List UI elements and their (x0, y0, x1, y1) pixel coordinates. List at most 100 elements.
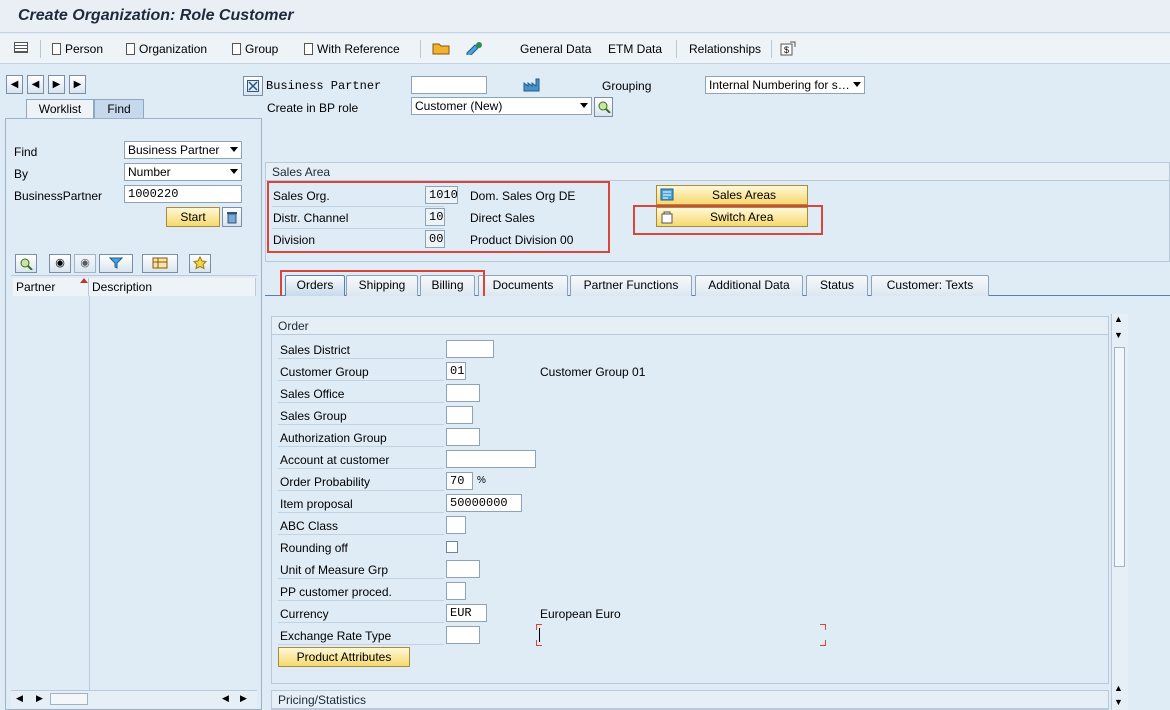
rounding-off-label: Rounding off (280, 541, 348, 555)
document-icon (52, 43, 61, 55)
first-page-button[interactable]: ◀ (6, 75, 23, 94)
currency-description: European Euro (540, 607, 621, 621)
favorite-add-icon[interactable] (189, 254, 211, 273)
page-title: Create Organization: Role Customer (18, 7, 294, 24)
open-folder-icon[interactable] (432, 41, 450, 59)
by-select[interactable]: Number (124, 163, 242, 181)
column-header-description[interactable]: Description (89, 278, 256, 296)
scroll-right-icon[interactable]: ▶ (240, 693, 247, 704)
application-toolbar: Person Organization Group With Reference… (0, 34, 1170, 64)
document-icon (232, 43, 241, 55)
column-header-partner[interactable]: Partner (13, 278, 89, 296)
tab-customer-texts[interactable]: Customer: Texts (871, 275, 989, 296)
sales-areas-button[interactable]: Sales Areas (656, 185, 808, 205)
customer-group-input[interactable]: 01 (446, 362, 466, 380)
highlight-switch-area (633, 205, 823, 235)
header-bp-label: Business Partner (266, 79, 382, 93)
result-toolbar (11, 250, 257, 276)
tab-find[interactable]: Find (94, 99, 144, 119)
next-page-button[interactable]: ▶ (48, 75, 65, 94)
scroll-down-small-icon[interactable]: ▼ (1114, 330, 1123, 340)
scroll-thumb[interactable] (50, 693, 88, 705)
factory-icon[interactable] (523, 77, 541, 95)
create-in-role-label: Create in BP role (267, 101, 359, 115)
title-bar: Create Organization: Role Customer (0, 0, 1170, 33)
filter-icon[interactable] (99, 254, 133, 273)
general-data-button[interactable]: General Data (520, 41, 591, 59)
search-icon[interactable] (15, 254, 37, 273)
exchange-rate-description-field (536, 624, 826, 646)
business-partner-label: BusinessPartner (14, 189, 103, 203)
relationships-button[interactable]: Relationships (689, 41, 761, 59)
organization-button[interactable]: Organization (126, 41, 207, 59)
group-button[interactable]: Group (232, 41, 278, 59)
sales-office-input[interactable] (446, 384, 480, 402)
document-icon (126, 43, 135, 55)
chevron-down-icon (580, 103, 588, 108)
scroll-up-small-icon[interactable]: ▲ (1114, 683, 1123, 693)
trash-icon[interactable] (222, 207, 242, 227)
by-label: By (14, 167, 29, 181)
horizontal-scrollbar[interactable] (11, 690, 257, 708)
customer-group-description: Customer Group 01 (540, 365, 646, 379)
business-partner-close-icon[interactable] (243, 76, 263, 96)
column-divider (89, 296, 90, 690)
etm-data-button[interactable]: ETM Data (608, 41, 662, 59)
highlight-sales-area (267, 181, 610, 253)
with-reference-button[interactable]: With Reference (304, 41, 400, 59)
chevron-down-icon (230, 147, 238, 152)
order-title: Order (272, 317, 1108, 335)
grouping-select[interactable]: Internal Numbering for s… (705, 76, 865, 94)
unit-of-measure-grp-input[interactable] (446, 560, 480, 578)
sales-area-title: Sales Area (266, 163, 1169, 181)
chevron-down-icon (230, 169, 238, 174)
scroll-right-icon[interactable]: ▶ (36, 693, 43, 704)
sales-group-input[interactable] (446, 406, 473, 424)
last-page-button[interactable]: ▶ (69, 75, 86, 94)
binoculars-next-icon[interactable]: ◉ (74, 254, 96, 273)
item-proposal-input[interactable]: 50000000 (446, 494, 522, 512)
display-change-icon[interactable] (465, 41, 483, 59)
sales-areas-icon (660, 188, 674, 201)
sort-icon (80, 278, 88, 283)
account-at-customer-input[interactable] (446, 450, 536, 468)
currency-input[interactable]: EUR (446, 604, 487, 622)
role-search-icon[interactable] (594, 97, 613, 117)
person-button[interactable]: Person (52, 41, 103, 59)
header-bp-input[interactable] (411, 76, 487, 94)
authorization-group-input[interactable] (446, 428, 480, 446)
find-select[interactable]: Business Partner (124, 141, 242, 159)
find-label: Find (14, 145, 38, 159)
tab-status[interactable]: Status (806, 275, 868, 296)
scroll-left-icon[interactable]: ◀ (222, 693, 229, 704)
layout-icon[interactable] (142, 254, 178, 273)
scroll-down-icon[interactable]: ▼ (1114, 697, 1123, 707)
pricing-statistics-section: Pricing/Statistics (271, 690, 1109, 710)
grouping-label: Grouping (602, 79, 652, 93)
order-probability-input[interactable]: 70 (446, 472, 473, 490)
exchange-rate-type-input[interactable] (446, 626, 480, 644)
pp-customer-proced-input[interactable] (446, 582, 466, 600)
svg-text:$: $ (784, 45, 789, 55)
customizing-icon[interactable]: $ (780, 41, 796, 59)
tab-worklist[interactable]: Worklist (26, 99, 94, 119)
percent-unit: % (477, 475, 486, 486)
list-icon[interactable] (14, 41, 28, 59)
tab-documents[interactable]: Documents (478, 275, 568, 296)
tab-partner-functions[interactable]: Partner Functions (570, 275, 692, 296)
abc-class-input[interactable] (446, 516, 466, 534)
document-icon (304, 43, 313, 55)
start-button[interactable]: Start (166, 207, 220, 227)
bp-role-select[interactable]: Customer (New) (411, 97, 592, 115)
scroll-up-icon[interactable]: ▲ (1114, 314, 1123, 324)
tab-additional-data[interactable]: Additional Data (695, 275, 803, 296)
previous-page-button[interactable]: ◀ (27, 75, 44, 94)
pricing-statistics-title: Pricing/Statistics (272, 691, 1108, 709)
scroll-left-icon[interactable]: ◀ (16, 693, 23, 704)
rounding-off-checkbox[interactable] (446, 541, 458, 553)
sales-district-input[interactable] (446, 340, 494, 358)
product-attributes-button[interactable]: Product Attributes (278, 647, 410, 667)
binoculars-icon[interactable]: ◉ (49, 254, 71, 273)
business-partner-input[interactable]: 1000220 (124, 185, 242, 203)
vertical-scroll-thumb[interactable] (1114, 347, 1125, 567)
